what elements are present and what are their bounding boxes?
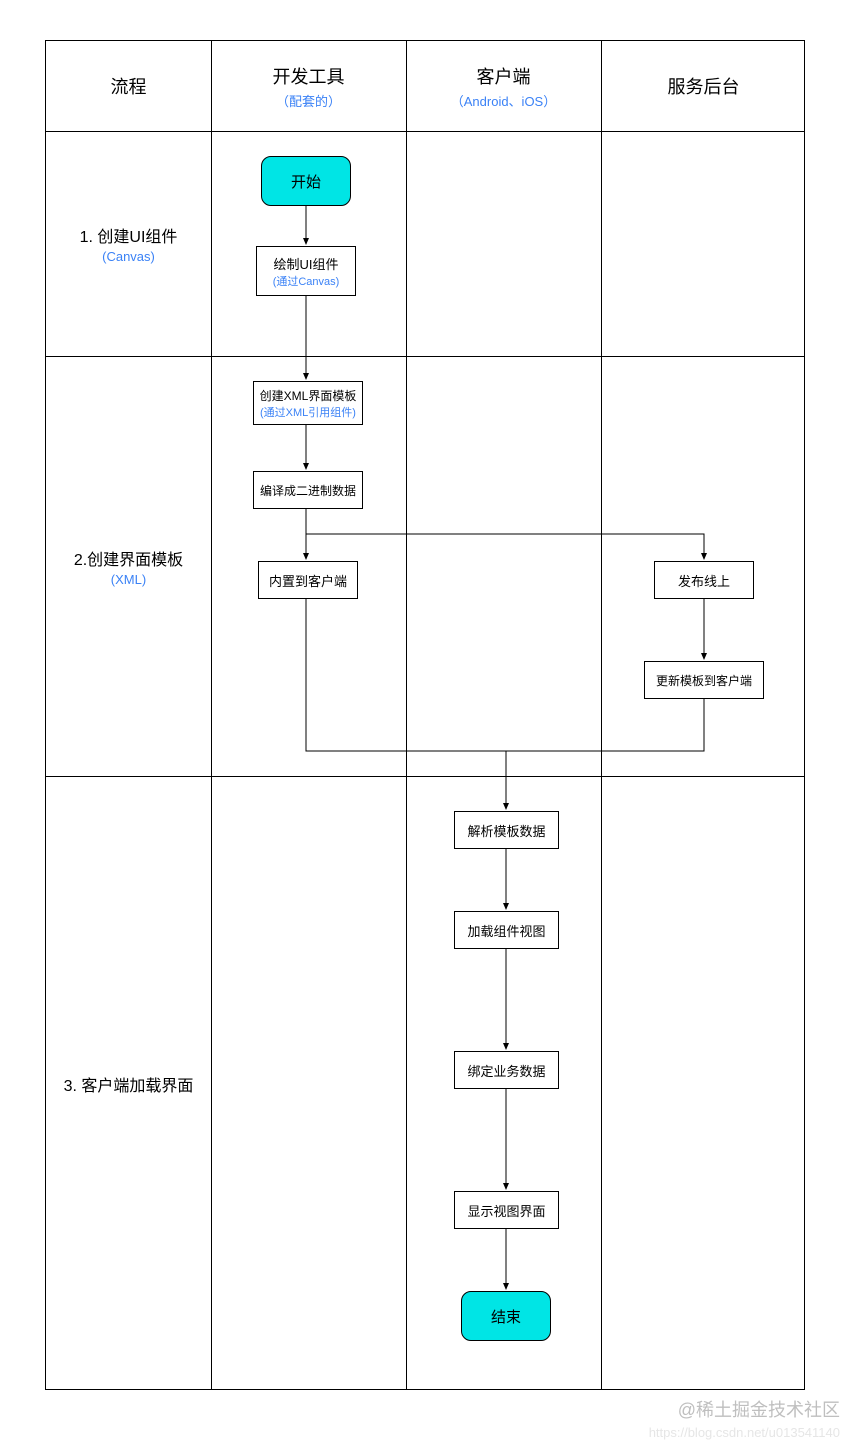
node-create-xml: 创建XML界面模板 (通过XML引用组件) [253,381,363,425]
swimlane-diagram: 流程 开发工具 （配套的） 客户端 （Android、iOS） 服务后台 1. … [45,40,805,1390]
node-label: 结束 [491,1306,521,1327]
grid-line [211,41,212,1389]
header-sublabel: （配套的） [276,91,341,110]
lane-label: 1. 创建UI组件 [80,223,178,247]
node-draw-ui: 绘制UI组件 (通过Canvas) [256,246,356,296]
node-compile: 编译成二进制数据 [253,471,363,509]
watermark-community: @稀土掘金技术社区 [678,1396,840,1422]
lane-label: 3. 客户端加载界面 [64,1072,194,1096]
node-label: 绑定业务数据 [467,1061,545,1080]
watermark-url: https://blog.csdn.net/u013541140 [649,1425,840,1440]
header-process: 流程 [46,41,211,131]
header-client: 客户端 （Android、iOS） [406,41,601,131]
lane-sublabel: (XML) [111,572,146,587]
node-start: 开始 [261,156,351,206]
node-builtin: 内置到客户端 [258,561,358,599]
header-label: 流程 [111,73,147,99]
grid-line [406,41,407,1389]
node-label: 绘制UI组件 [273,254,338,273]
node-sublabel: (通过Canvas) [273,273,340,289]
node-show-view: 显示视图界面 [454,1191,559,1229]
grid-line [601,41,602,1389]
header-backend: 服务后台 [601,41,806,131]
lane-sublabel: (Canvas) [102,249,155,264]
header-label: 客户端 [477,63,531,89]
node-label: 内置到客户端 [269,571,347,590]
header-sublabel: （Android、iOS） [451,91,556,110]
node-parse: 解析模板数据 [454,811,559,849]
node-label: 解析模板数据 [467,821,545,840]
node-load-view: 加载组件视图 [454,911,559,949]
node-label: 更新模板到客户端 [656,672,752,689]
lane-1-label: 1. 创建UI组件 (Canvas) [46,131,211,356]
node-label: 加载组件视图 [467,921,545,940]
node-label: 发布线上 [678,571,730,590]
node-label: 开始 [291,171,321,192]
lane-2-label: 2.创建界面模板 (XML) [46,356,211,776]
node-label: 显示视图界面 [467,1201,545,1220]
lane-3-label: 3. 客户端加载界面 [46,776,211,1391]
node-publish: 发布线上 [654,561,754,599]
lane-label: 2.创建界面模板 [74,546,183,570]
header-label: 服务后台 [668,73,740,99]
node-bind-data: 绑定业务数据 [454,1051,559,1089]
node-label: 创建XML界面模板 [260,387,357,404]
header-devtool: 开发工具 （配套的） [211,41,406,131]
node-label: 编译成二进制数据 [260,482,356,499]
node-sublabel: (通过XML引用组件) [260,404,356,420]
node-update: 更新模板到客户端 [644,661,764,699]
header-label: 开发工具 [273,63,345,89]
node-end: 结束 [461,1291,551,1341]
